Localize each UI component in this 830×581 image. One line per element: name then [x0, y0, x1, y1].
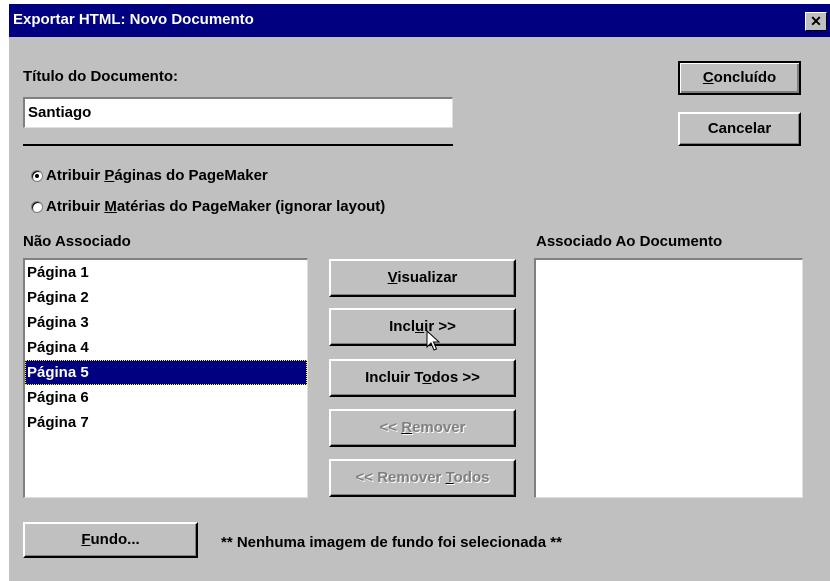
document-title-input[interactable]: Santiago	[23, 97, 453, 128]
mouse-pointer-icon	[426, 330, 441, 351]
assigned-label: Associado Ao Documento	[536, 233, 723, 250]
assigned-list[interactable]	[534, 258, 803, 498]
close-icon: ✕	[810, 13, 822, 29]
cancel-button[interactable]: Cancelar	[678, 112, 801, 146]
radio-button-unchecked[interactable]	[31, 200, 43, 213]
list-item[interactable]: Página 3	[25, 310, 307, 335]
preview-button[interactable]: Visualizar	[329, 259, 516, 297]
background-button[interactable]: Fundo...	[23, 522, 198, 558]
radio-assign-pages-label: Atribuir Páginas do PageMaker	[46, 167, 268, 184]
list-item-selected[interactable]: Página 5	[25, 360, 307, 385]
unassigned-label: Não Associado	[23, 233, 131, 250]
document-title-label: Título do Documento:	[23, 68, 178, 85]
radio-assign-stories[interactable]: Atribuir Matérias do PageMaker (ignorar …	[31, 198, 385, 215]
title-bar[interactable]: Exportar HTML: Novo Documento ✕	[9, 4, 830, 37]
close-button[interactable]: ✕	[805, 12, 827, 31]
remove-all-button[interactable]: << Remover Todos	[329, 459, 516, 497]
remove-button[interactable]: << Remover	[329, 409, 516, 447]
radio-assign-pages[interactable]: Atribuir Páginas do PageMaker	[31, 167, 268, 184]
list-item[interactable]: Página 2	[25, 285, 307, 310]
radio-button-checked[interactable]	[31, 169, 43, 182]
separator-line	[23, 144, 453, 146]
radio-assign-stories-label: Atribuir Matérias do PageMaker (ignorar …	[46, 198, 386, 215]
unassigned-list[interactable]: Página 1 Página 2 Página 3 Página 4 Pági…	[23, 258, 308, 498]
list-item[interactable]: Página 6	[25, 385, 307, 410]
export-html-dialog: Exportar HTML: Novo Documento ✕ Título d…	[9, 4, 830, 581]
list-item[interactable]: Página 7	[25, 410, 307, 435]
done-button[interactable]: Concluído	[678, 61, 801, 95]
background-status-text: ** Nenhuma imagem de fundo foi seleciona…	[221, 534, 562, 551]
include-all-button[interactable]: Incluir Todos >>	[329, 359, 516, 397]
include-button[interactable]: Incluir >>	[329, 308, 516, 346]
list-item[interactable]: Página 1	[25, 260, 307, 285]
window-title: Exportar HTML: Novo Documento	[13, 11, 254, 28]
list-item[interactable]: Página 4	[25, 335, 307, 360]
